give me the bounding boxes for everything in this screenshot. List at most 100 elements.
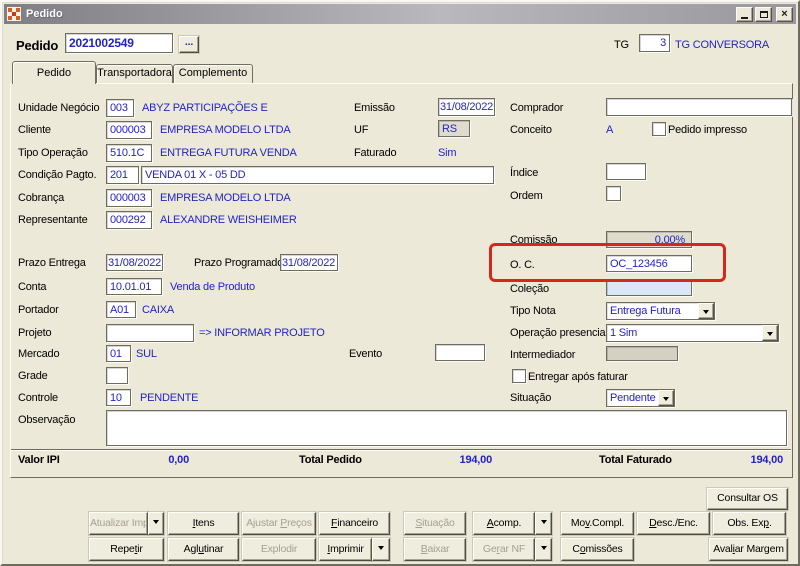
oc-input[interactable] [606,255,692,272]
conta-desc: Venda de Produto [170,281,255,293]
mercado-input[interactable] [106,345,131,362]
conceito-value: A [606,124,614,136]
minimize-button[interactable] [736,6,753,22]
representante-desc: ALEXANDRE WEISHEIMER [160,214,297,226]
operacao-presencial-value: 1 Sim [610,327,638,339]
cliente-desc: EMPRESA MODELO LTDA [160,124,291,136]
avaliar-margem-button[interactable]: Avaliar Margem [709,538,788,561]
controle-input[interactable] [106,389,131,406]
cobranca-input[interactable] [106,189,152,207]
condicao-pagto-desc-input[interactable] [141,166,494,184]
acomp-button[interactable]: Acomp. [473,512,535,535]
pedido-lookup-button[interactable]: ... [179,36,199,53]
explodir-button[interactable]: Explodir [242,538,316,561]
emissao-label: Emissão [354,102,395,114]
cobranca-label: Cobrança [18,192,65,204]
unidade-negocio-label: Unidade Negócio [18,102,100,114]
observacao-textarea[interactable] [106,410,787,446]
tab-pedido[interactable]: Pedido [12,61,96,84]
gerar-nf-button[interactable]: Gerar NF [473,538,535,561]
consultar-os-button[interactable]: Consultar OS [707,488,788,510]
projeto-label: Projeto [18,327,52,339]
indice-label: Índice [510,167,539,179]
mov-compl-button[interactable]: Mov.Compl. [561,512,634,535]
repetir-button[interactable]: Repetir [89,538,164,561]
situacao-button[interactable]: Situação [404,512,466,535]
aglutinar-button[interactable]: Aglutinar [168,538,239,561]
desc-enc-button[interactable]: Desc./Enc. [637,512,710,535]
caret-down-icon [540,520,547,527]
cobranca-desc: EMPRESA MODELO LTDA [160,192,291,204]
imprimir-button[interactable]: Imprimir [319,538,372,561]
operacao-presencial-dropdown-button[interactable] [762,325,778,341]
prazo-entrega-input[interactable] [106,254,163,271]
tipo-nota-dropdown[interactable]: Entrega Futura [606,302,715,320]
representante-label: Representante [18,214,88,226]
unidade-negocio-input[interactable] [106,99,134,117]
controle-label: Controle [18,392,58,404]
emissao-input[interactable] [438,98,495,116]
projeto-input[interactable] [106,324,194,342]
portador-input[interactable] [106,301,136,318]
conceito-label: Conceito [510,124,552,136]
operacao-presencial-dropdown[interactable]: 1 Sim [606,324,779,342]
situacao-label: Situação [510,392,552,404]
cliente-label: Cliente [18,124,51,136]
faturado-value: Sim [438,147,457,159]
controle-desc: PENDENTE [140,392,199,404]
oc-label: O. C. [510,259,535,271]
gerar-nf-dropdown-button[interactable] [535,538,552,561]
pedido-window: Pedido × Pedido ... TG TG CONVERSORA Ped… [0,0,800,566]
uf-input[interactable] [438,120,470,137]
itens-button[interactable]: Itens [168,512,239,535]
maximize-button[interactable] [755,6,772,22]
imprimir-dropdown-button[interactable] [372,538,390,561]
pedido-number-input[interactable] [65,33,173,53]
financeiro-button[interactable]: Financeiro [319,512,390,535]
acomp-dropdown-button[interactable] [535,512,552,535]
comprador-input[interactable] [606,98,792,116]
app-icon [7,7,21,21]
intermediador-input[interactable] [606,346,678,361]
evento-input[interactable] [435,344,485,361]
ajustar-precos-button[interactable]: Ajustar Preços [242,512,316,535]
tg-description: TG CONVERSORA [675,39,769,51]
colecao-input[interactable] [606,280,692,296]
conta-input[interactable] [106,278,162,295]
tg-label: TG [614,39,629,51]
tab-complemento[interactable]: Complemento [173,64,253,83]
entregar-apos-faturar-checkbox[interactable] [512,369,526,383]
atualizar-imp-dropdown-button[interactable] [148,512,164,535]
atualizar-imp-button[interactable]: Atualizar Imp [89,512,148,535]
grade-label: Grade [18,370,48,382]
minimize-icon [741,16,748,19]
prazo-entrega-label: Prazo Entrega [18,257,86,269]
maximize-icon [759,10,768,18]
indice-input[interactable] [606,163,646,180]
comissao-input[interactable] [606,231,692,248]
condicao-pagto-label: Condição Pagto. [18,169,97,181]
ordem-input[interactable] [606,186,621,201]
tipo-nota-dropdown-button[interactable] [698,303,714,319]
situacao-dropdown[interactable]: Pendente [606,389,675,407]
total-pedido-label: Total Pedido [299,454,362,466]
prazo-programado-input[interactable] [280,254,338,271]
tipo-operacao-label: Tipo Operação [18,147,88,159]
pedido-impresso-checkbox[interactable] [652,122,666,136]
mercado-label: Mercado [18,348,60,360]
situacao-dropdown-button[interactable] [658,390,674,406]
grade-input[interactable] [106,367,128,384]
baixar-button[interactable]: Baixar [404,538,466,561]
tab-transportadora[interactable]: Transportadora [96,64,173,83]
condicao-pagto-code-input[interactable] [106,166,139,184]
tipo-operacao-input[interactable] [106,144,152,162]
portador-label: Portador [18,304,59,316]
close-button[interactable]: × [776,6,793,22]
comissoes-button[interactable]: Comissões [561,538,634,561]
tg-input[interactable] [639,34,670,52]
obs-exp-button[interactable]: Obs. Exp. [713,512,786,535]
caret-down-icon [663,396,669,404]
pedido-impresso-label: Pedido impresso [668,124,747,136]
cliente-input[interactable] [106,121,152,139]
representante-input[interactable] [106,211,152,229]
